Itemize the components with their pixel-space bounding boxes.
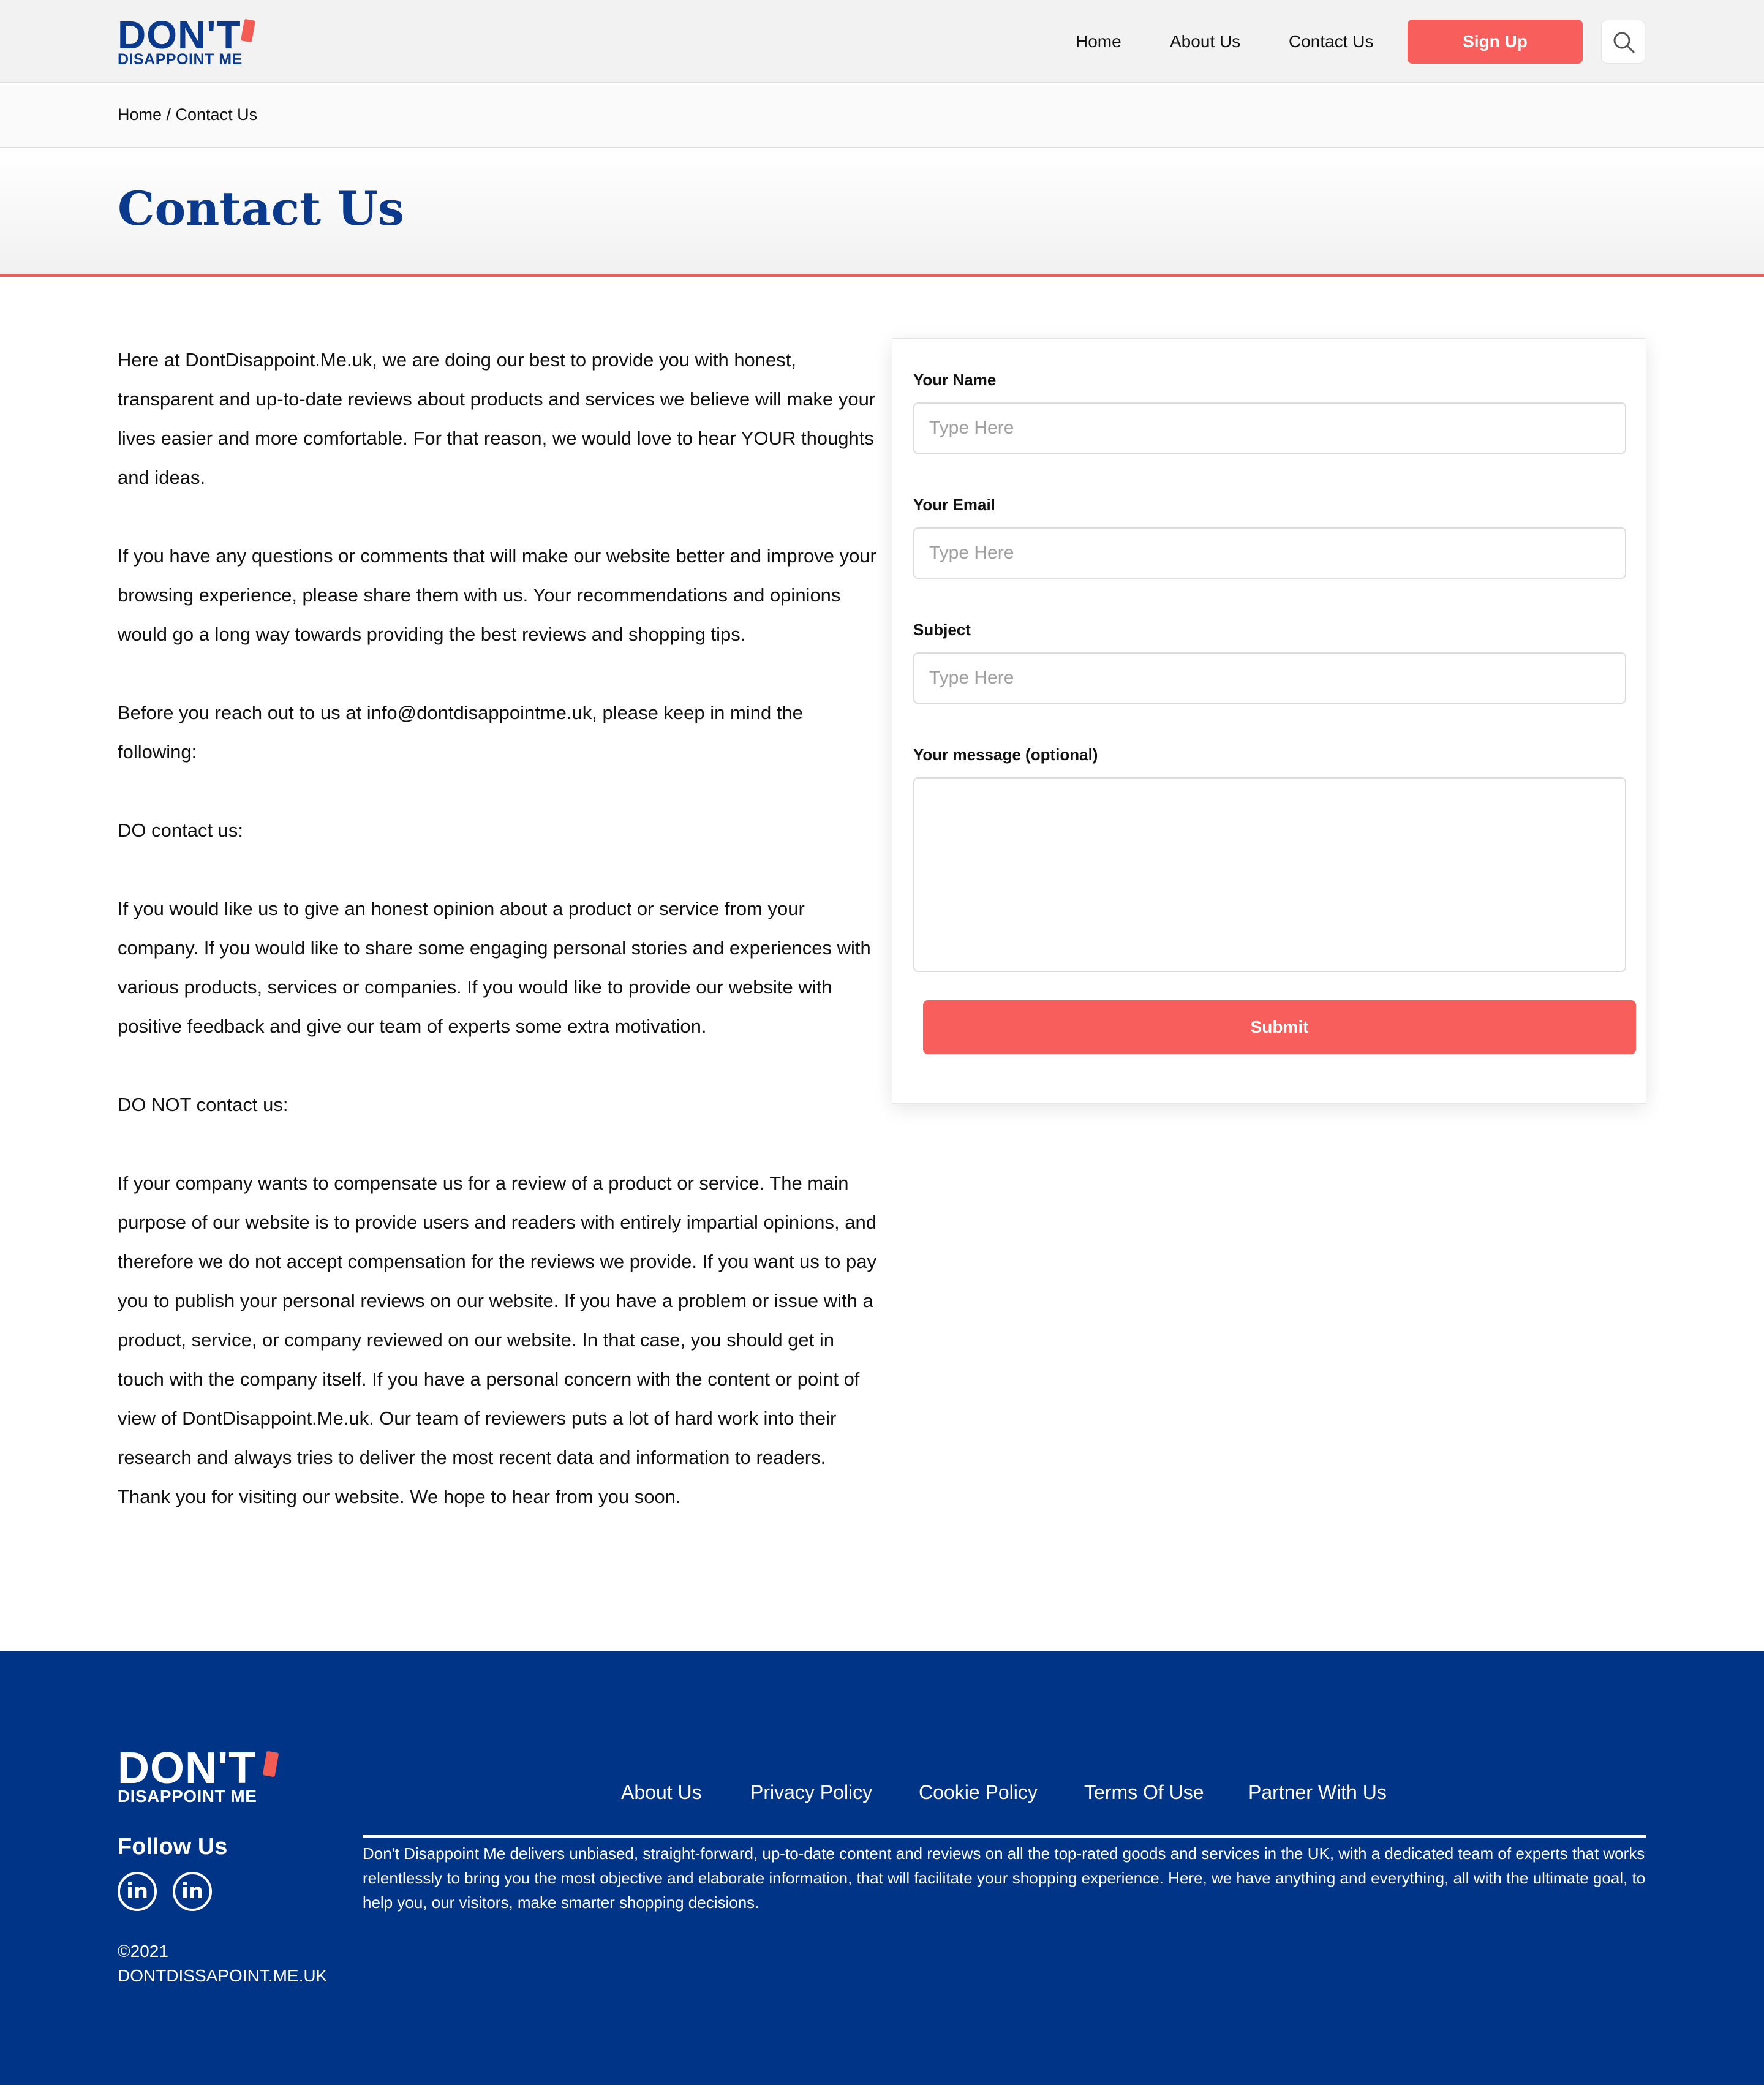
message-label: Your message (optional) [913,745,1098,764]
email-label: Your Email [913,496,995,514]
breadcrumb-bar: Home / Contact Us [0,85,1764,148]
footer-link-cookie[interactable]: Cookie Policy [919,1781,1038,1804]
page-title: Contact Us [118,181,404,236]
do-contact-heading: DO contact us: [118,820,244,841]
footer-links: About Us Privacy Policy Cookie Policy Te… [0,1781,1764,1812]
nav-contact-link[interactable]: Contact Us [1289,32,1374,51]
footer-link-privacy[interactable]: Privacy Policy [750,1781,872,1804]
email-paragraph: Before you reach out to us at info@dontd… [118,702,803,763]
footer-divider [363,1835,1646,1838]
search-button[interactable] [1601,20,1645,64]
submit-button[interactable]: Submit [923,1000,1636,1054]
do-contact-paragraph: If you would like us to give an honest o… [118,898,871,1037]
copyright-site: DONTDISSAPOINT.ME.UK [118,1966,328,1985]
footer-link-partner[interactable]: Partner With Us [1248,1781,1387,1804]
email-input[interactable] [913,527,1626,579]
footer-about-text: Don't Disappoint Me delivers unbiased, s… [363,1844,1646,1912]
contact-form: Your Name Your Email Subject Your messag… [892,338,1646,1104]
intro-paragraph: Here at DontDisappoint.Me.uk, we are doi… [118,349,876,488]
message-textarea[interactable] [913,777,1626,972]
footer-link-terms[interactable]: Terms Of Use [1084,1781,1204,1804]
follow-us-heading: Follow Us [118,1834,228,1860]
site-footer: DON'T DISAPPOINT ME Follow Us in in ©202… [0,1651,1764,2085]
signup-button[interactable]: Sign Up [1408,20,1583,64]
subject-input[interactable] [913,652,1626,704]
site-header: DON'T DISAPPOINT ME Home About Us Contac… [0,0,1764,83]
subject-label: Subject [913,620,971,639]
feedback-paragraph: If you have any questions or comments th… [118,545,876,645]
copyright: ©2021 DONTDISSAPOINT.ME.UK [118,1939,327,1988]
contact-intro-text: Here at DontDisappoint.Me.uk, we are doi… [118,341,883,1517]
linkedin-icon[interactable]: in [173,1872,212,1911]
nav-about-link[interactable]: About Us [1170,32,1240,51]
copyright-year: ©2021 [118,1942,168,1961]
do-not-contact-paragraph: If your company wants to compensate us f… [118,1172,876,1507]
do-not-contact-heading: DO NOT contact us: [118,1094,288,1115]
name-label: Your Name [913,371,997,389]
linkedin-icon[interactable]: in [118,1872,157,1911]
page-title-band: Contact Us [0,149,1764,277]
search-icon [1613,32,1635,53]
breadcrumb[interactable]: Home / Contact Us [118,105,257,124]
footer-link-about[interactable]: About Us [621,1781,702,1804]
name-input[interactable] [913,402,1626,454]
footer-price-tag-icon [262,1751,279,1778]
nav-home-link[interactable]: Home [1076,32,1121,51]
